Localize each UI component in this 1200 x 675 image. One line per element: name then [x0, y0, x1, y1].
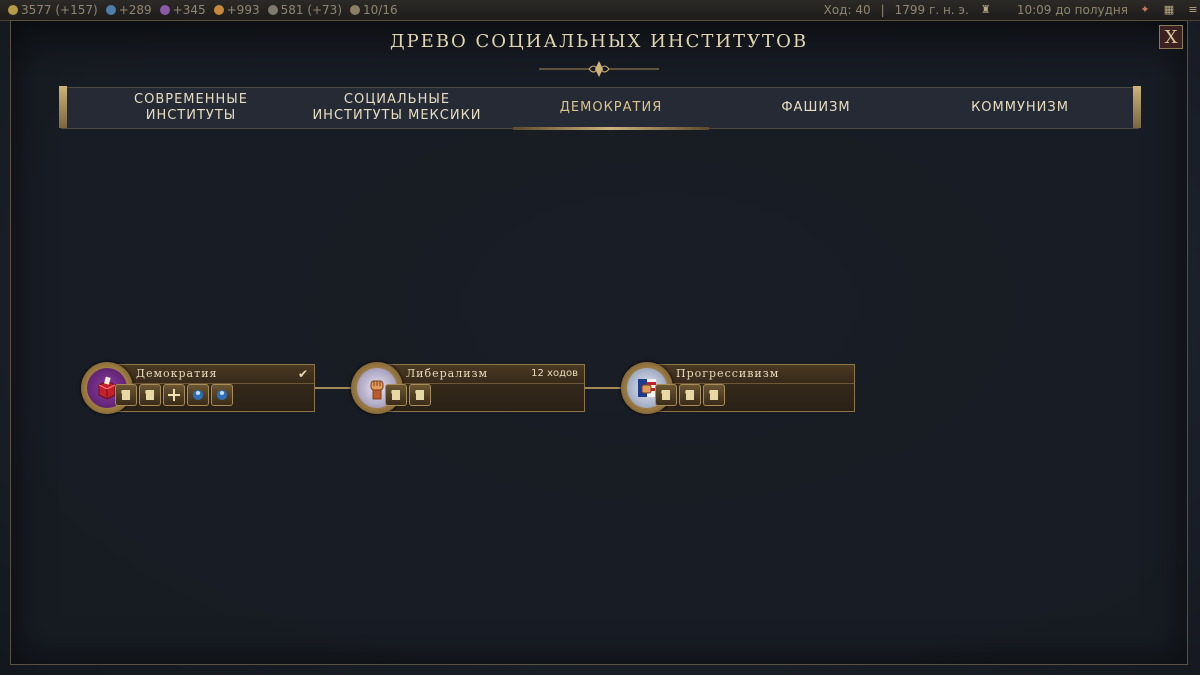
great-person-icon[interactable] — [187, 384, 209, 406]
civic-name: Прогрессивизм — [676, 367, 780, 380]
tab-democracy[interactable]: ДЕМОКРАТИЯ — [513, 88, 709, 130]
separator: | — [880, 3, 885, 17]
plus-icon[interactable] — [163, 384, 185, 406]
gold-icon — [8, 5, 18, 15]
tab-bar-right-cap — [1133, 86, 1141, 128]
civic-name: Демократия — [136, 367, 218, 380]
gold-yield[interactable]: 3577 (+157) — [8, 3, 98, 17]
tab-modern-institutions[interactable]: СОВРЕМЕННЫЕ ИНСТИТУТЫ — [103, 88, 279, 128]
tree-connector — [585, 387, 623, 389]
culture-yield[interactable]: +345 — [159, 3, 206, 17]
faith-yield[interactable]: +993 — [213, 3, 260, 17]
tourism-yield[interactable]: 581 (+73) — [267, 3, 342, 17]
game-date: 1799 г. н. э. — [894, 3, 969, 17]
policy-card-icon[interactable] — [115, 384, 137, 406]
policy-card-icon[interactable] — [139, 384, 161, 406]
civic-node-liberalism[interactable]: Либерализм 12 ходов — [351, 362, 585, 414]
tourism-icon — [267, 5, 278, 15]
policy-card-icon[interactable] — [409, 384, 431, 406]
policy-card-icon[interactable] — [703, 384, 725, 406]
civic-name: Либерализм — [406, 367, 489, 380]
tab-fascism[interactable]: ФАШИЗМ — [721, 88, 911, 128]
tab-bar-left-cap — [59, 86, 67, 128]
completed-check-icon: ✔ — [297, 367, 308, 381]
menu-icon[interactable]: ≡ — [1186, 3, 1200, 17]
clock: 10:09 до полудня — [1016, 3, 1128, 17]
social-institutions-dialog: ДРЕВО СОЦИАЛЬНЫХ ИНСТИТУТОВ X СОВРЕМЕННЫ… — [10, 20, 1188, 665]
civic-unlocks — [655, 384, 725, 406]
policy-card-icon[interactable] — [679, 384, 701, 406]
culture-icon — [159, 5, 170, 15]
title-ornament-icon — [539, 61, 659, 77]
great-person-icon[interactable] — [211, 384, 233, 406]
close-button[interactable]: X — [1159, 25, 1183, 49]
institution-tabs: СОВРЕМЕННЫЕ ИНСТИТУТЫ СОЦИАЛЬНЫЕ ИНСТИТУ… — [59, 86, 1141, 130]
era-icon[interactable]: ♜ — [979, 3, 993, 17]
dialog-title: ДРЕВО СОЦИАЛЬНЫХ ИНСТИТУТОВ — [389, 31, 809, 52]
science-yield[interactable]: +289 — [105, 3, 152, 17]
policy-card-icon[interactable] — [655, 384, 677, 406]
reports-icon[interactable]: ✦ — [1138, 3, 1152, 17]
civic-node-democracy[interactable]: Демократия ✔ — [81, 362, 315, 414]
policy-card-icon[interactable] — [385, 384, 407, 406]
notifications-icon[interactable]: ▦ — [1162, 3, 1176, 17]
trade-route-icon — [350, 5, 360, 15]
civic-unlocks — [115, 384, 233, 406]
civic-node-progressivism[interactable]: Прогрессивизм — [621, 362, 855, 414]
turns-remaining: 12 ходов — [531, 368, 578, 379]
faith-icon — [213, 5, 224, 15]
science-icon — [105, 5, 116, 15]
trade-routes[interactable]: 10/16 — [350, 3, 398, 17]
tree-connector — [315, 387, 353, 389]
tab-communism[interactable]: КОММУНИЗМ — [923, 88, 1117, 128]
civic-unlocks — [385, 384, 431, 406]
turn-counter: Ход: 40 — [823, 3, 871, 17]
resource-bar: 3577 (+157) +289 +345 +993 581 (+73) 10/… — [0, 0, 1200, 21]
tab-mexico-institutions[interactable]: СОЦИАЛЬНЫЕ ИНСТИТУТЫ МЕКСИКИ — [297, 88, 497, 128]
